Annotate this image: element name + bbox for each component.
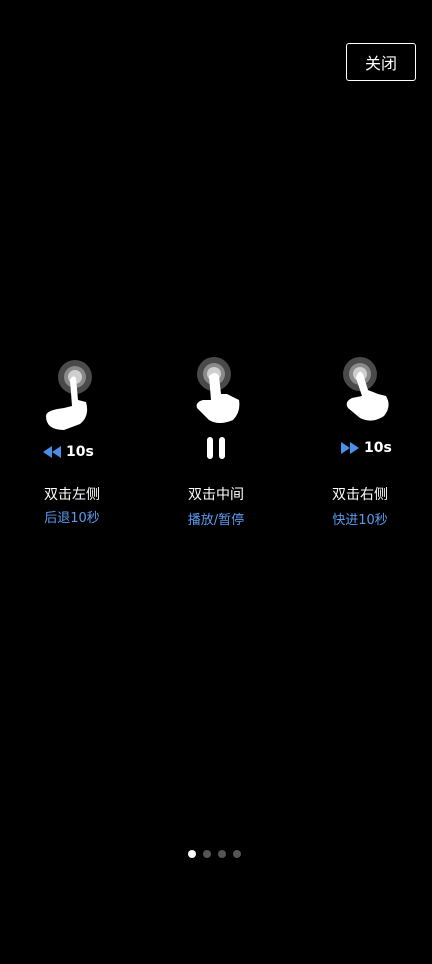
tap-hand-icon — [46, 360, 92, 430]
page-dot-4[interactable] — [233, 850, 241, 858]
fast-forward-seconds: 10s — [364, 440, 392, 456]
fast-forward-icon — [341, 442, 359, 454]
pause-icon — [207, 437, 225, 459]
gesture-right-subtitle: 快进10秒 — [332, 513, 388, 528]
gesture-left-subtitle: 后退10秒 — [44, 511, 100, 526]
page-dot-2[interactable] — [203, 850, 211, 858]
rewind-indicator: 10s — [42, 444, 94, 460]
fast-forward-indicator: 10s — [340, 440, 392, 456]
gesture-left-title: 双击左侧 — [44, 487, 100, 503]
page-dot-1[interactable] — [188, 850, 196, 858]
page-indicator — [188, 850, 241, 858]
rewind-icon — [43, 446, 61, 458]
tap-hand-icon — [196, 357, 240, 423]
page-dot-3[interactable] — [218, 850, 226, 858]
tap-hand-icon — [343, 357, 389, 421]
gesture-center-subtitle: 播放/暂停 — [187, 513, 245, 528]
pause-indicator — [205, 436, 227, 460]
close-button[interactable]: 关闭 — [346, 43, 416, 81]
rewind-seconds: 10s — [66, 444, 94, 460]
gesture-right-title: 双击右侧 — [332, 487, 388, 503]
gesture-center-title: 双击中间 — [188, 487, 244, 503]
